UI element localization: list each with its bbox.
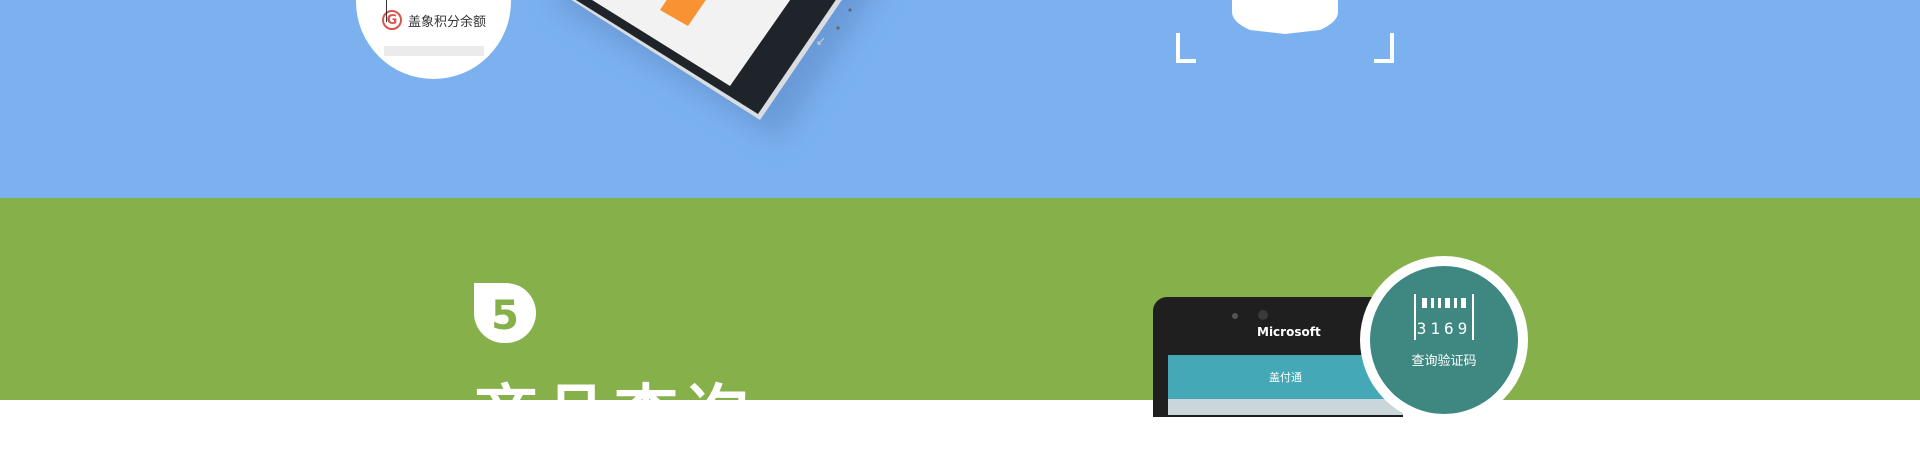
step-number-badge: 5 [474,283,536,343]
g-circle-icon: G [382,10,402,30]
verification-code-badge: 3169 查询验证码 [1360,256,1528,424]
phone-camera [1258,310,1268,320]
top-band [0,0,1920,198]
verification-code-circle: 3169 查询验证码 [1370,266,1518,414]
heart-icon [1176,0,1394,63]
points-balance-label: 盖象积分余额 [408,14,487,30]
barcode-icon: 3169 [1414,294,1474,340]
grey-strip [384,46,484,56]
step-number: 5 [491,293,519,339]
bottom-band [0,198,1920,400]
divider-line [386,0,387,22]
tablet-device: ↙ [520,0,940,140]
points-balance-row: G 盖象积分余额 [372,0,487,30]
barcode-digits: 3169 [1417,319,1472,338]
heart-frame-icon [1170,0,1400,70]
phone-sensor [1232,313,1238,319]
svg-text:↙: ↙ [816,34,826,48]
tablet-illustration: ↙ [550,0,872,140]
phone-brand: Microsoft [1257,325,1321,339]
verification-code-label: 查询验证码 [1411,354,1477,369]
section-title: 商品查询 [474,379,754,453]
